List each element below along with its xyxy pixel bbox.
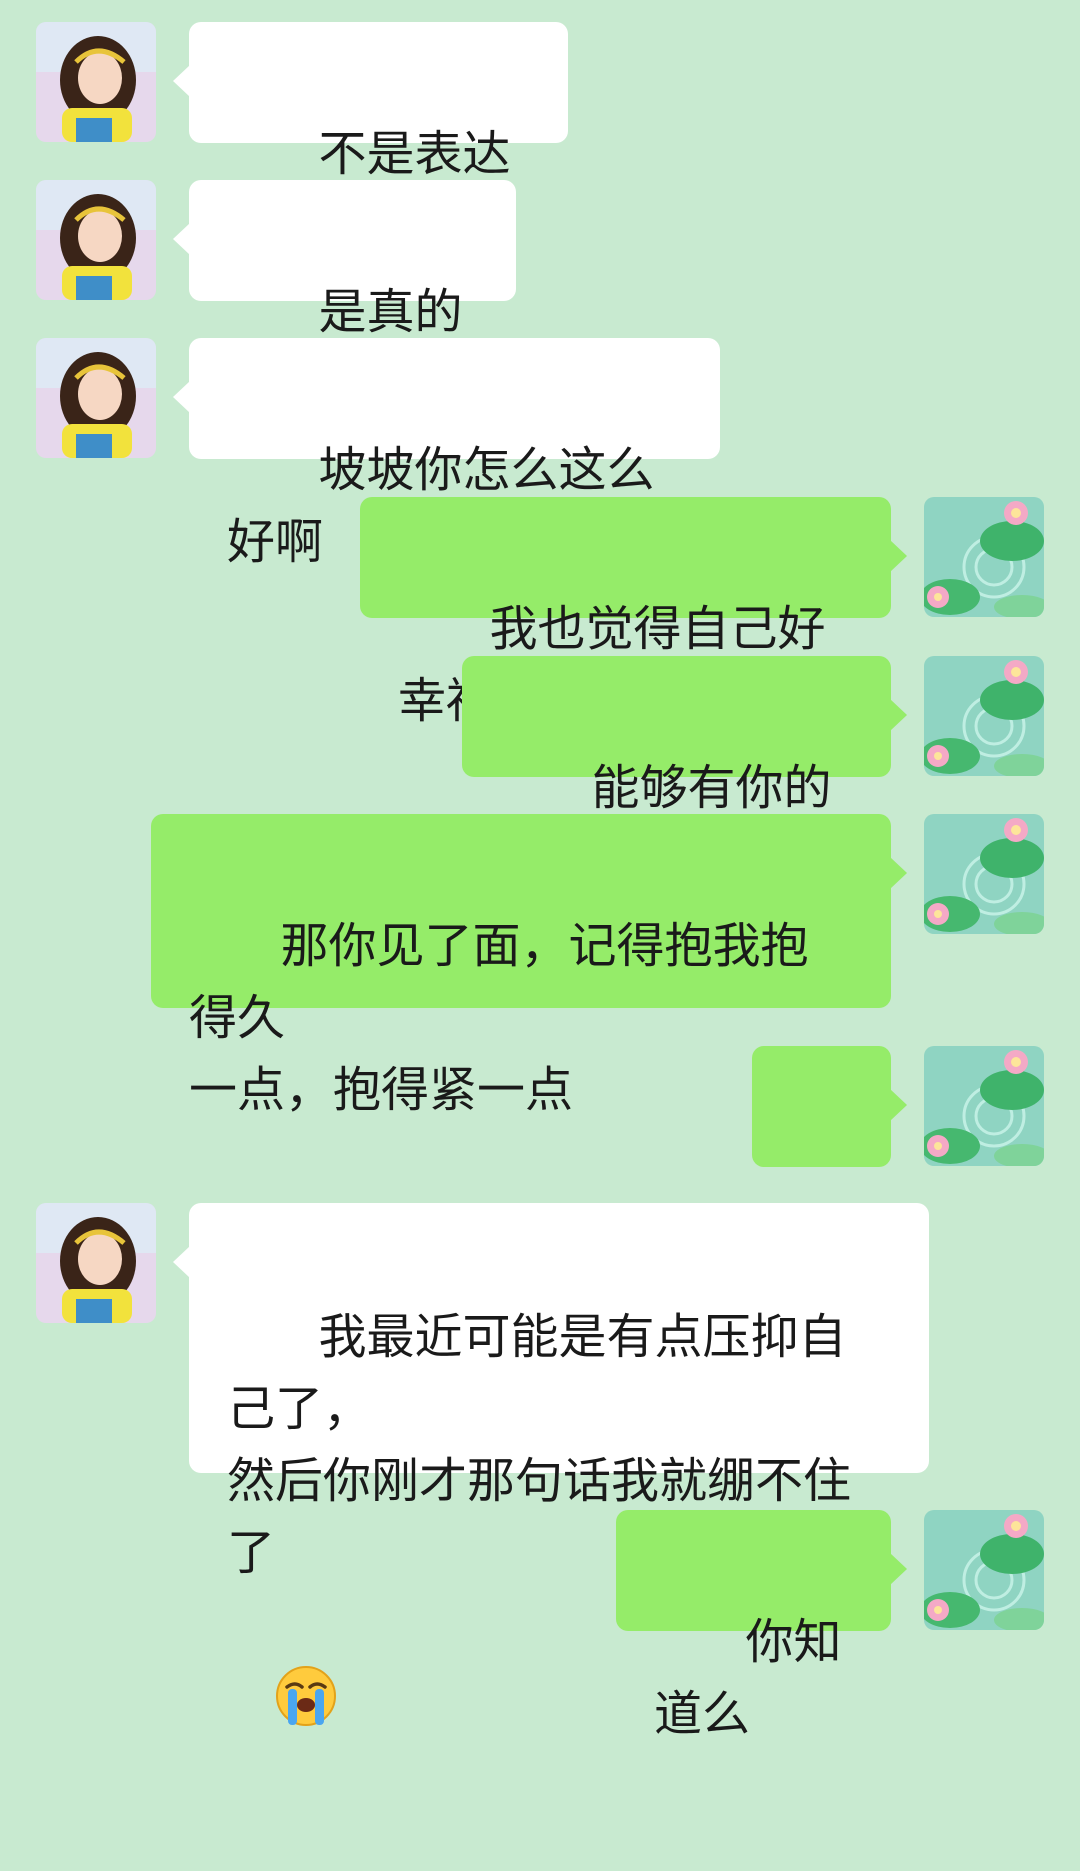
contact-avatar[interactable] (36, 22, 156, 142)
self-avatar[interactable] (924, 656, 1044, 776)
message-text: 你知道么 (654, 1614, 842, 1742)
incoming-message-bubble[interactable]: 坡坡你怎么这么好啊 (173, 338, 720, 570)
chat-view: 不是表达的哭 是真的想哭 (0, 0, 1080, 1742)
contact-avatar[interactable] (36, 1203, 156, 1323)
loudly-crying-emoji-icon (275, 1521, 337, 1726)
message-text: 那你见了面，记得抱我抱得久 一点，抱得紧一点 (189, 918, 809, 1118)
self-avatar[interactable] (924, 814, 1044, 934)
outgoing-message-bubble[interactable]: 那你见了面，记得抱我抱得久 一点，抱得紧一点 (151, 814, 907, 1118)
self-avatar[interactable] (924, 497, 1044, 617)
self-avatar[interactable] (924, 1510, 1044, 1630)
contact-avatar[interactable] (36, 338, 156, 458)
incoming-message-bubble[interactable]: 我最近可能是有点压抑自己了， 然后你刚才那句话我就绷不住 了 (173, 1203, 929, 1726)
outgoing-message-bubble[interactable]: 你知道么 (616, 1510, 907, 1742)
incoming-message-bubble[interactable]: 是真的想哭 (173, 180, 516, 412)
outgoing-message-bubble[interactable]: 我也觉得自己好幸福 (360, 497, 907, 729)
incoming-message-bubble[interactable]: 不是表达的哭 (173, 22, 568, 254)
contact-avatar[interactable] (36, 180, 156, 300)
self-avatar[interactable] (924, 1046, 1044, 1166)
outgoing-message-bubble[interactable]: 能够有你的陪伴 (462, 656, 907, 888)
outgoing-message-bubble[interactable] (752, 1046, 907, 1425)
